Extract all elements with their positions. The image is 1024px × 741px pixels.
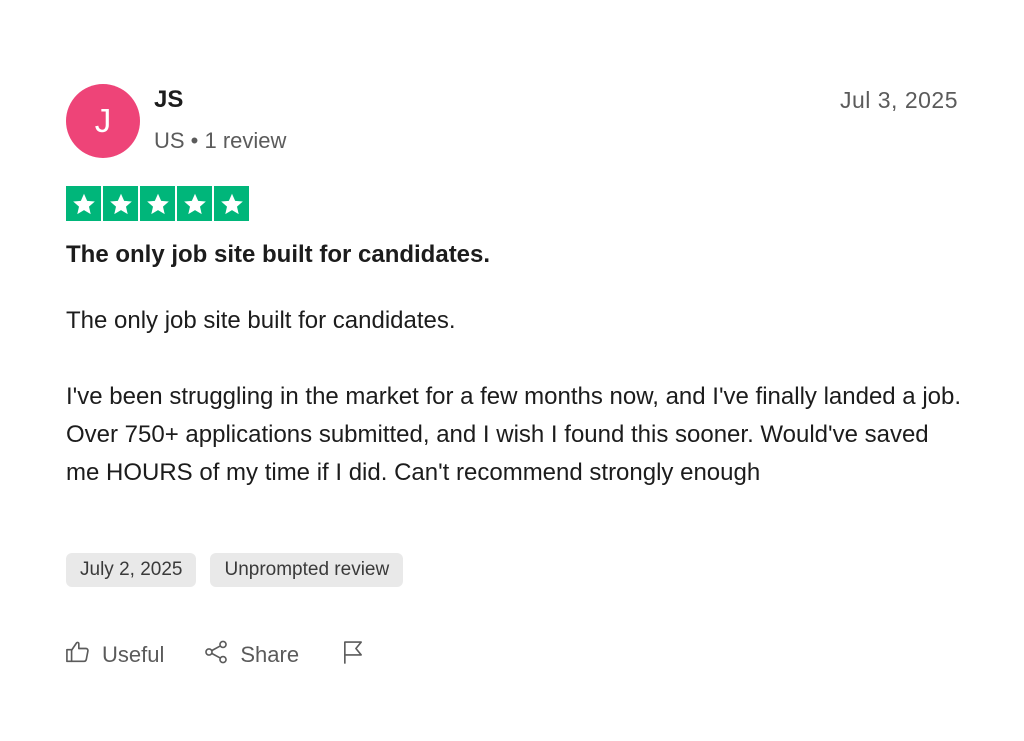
review-body-paragraph: The only job site built for candidates.	[66, 307, 456, 334]
flag-icon	[339, 638, 367, 672]
star-rating	[66, 186, 249, 221]
avatar: J	[66, 84, 140, 158]
thumbs-up-icon	[64, 638, 92, 672]
useful-button[interactable]: Useful	[64, 638, 164, 672]
share-label: Share	[240, 642, 300, 667]
star-icon	[177, 186, 212, 221]
share-button[interactable]: Share	[202, 638, 299, 672]
review-body: The only job site built for candidates. …	[66, 302, 966, 492]
star-icon	[140, 186, 175, 221]
star-icon	[66, 186, 101, 221]
reviewer-name[interactable]: JS	[154, 86, 183, 114]
useful-label: Useful	[102, 642, 165, 667]
unprompted-review-tag[interactable]: Unprompted review	[210, 553, 404, 587]
review-tags: July 2, 2025 Unprompted review	[66, 553, 404, 587]
share-icon	[202, 638, 230, 672]
review-title: The only job site built for candidates.	[66, 241, 491, 268]
experience-date-tag: July 2, 2025	[66, 553, 197, 587]
review-date: Jul 3, 2025	[839, 87, 958, 113]
review-actions: Useful Share	[64, 638, 367, 672]
reviewer-meta: US • 1 review	[154, 128, 287, 153]
report-button[interactable]	[339, 638, 367, 672]
star-icon	[103, 186, 138, 221]
star-icon	[214, 186, 249, 221]
review-body-paragraph: I've been struggling in the market for a…	[66, 383, 962, 486]
